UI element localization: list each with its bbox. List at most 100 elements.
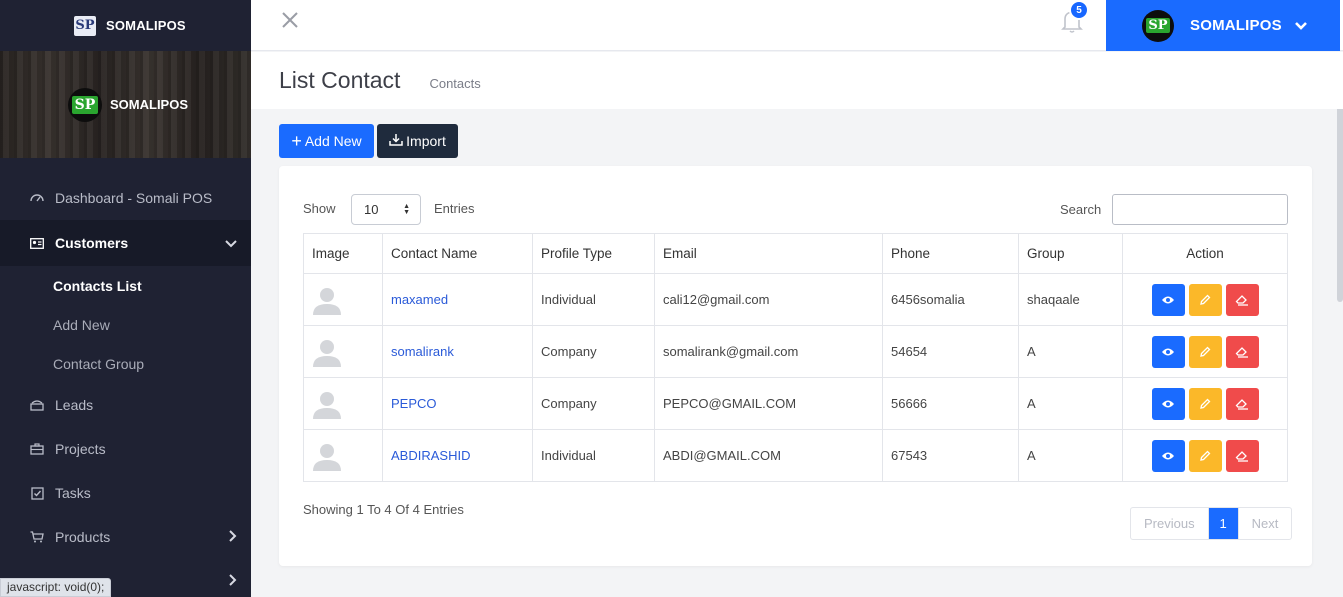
sidebar-brand[interactable]: SP SOMALIPOS: [0, 0, 251, 51]
add-new-label: Add New: [304, 133, 362, 149]
sidebar-item-label: Customers: [55, 235, 129, 251]
close-icon[interactable]: [280, 10, 300, 30]
contact-name-cell: ABDIRASHID: [382, 429, 533, 482]
action-cell: [1122, 429, 1288, 482]
avatar: SP: [1142, 9, 1174, 42]
notification-count-badge: 5: [1069, 0, 1089, 20]
contacts-table: Image Contact Name Profile Type Email Ph…: [303, 233, 1288, 482]
eraser-icon: [1235, 294, 1248, 306]
delete-button[interactable]: [1225, 283, 1259, 316]
action-cell: [1122, 377, 1288, 430]
phone-cell: 67543: [882, 429, 1019, 482]
contact-name-link[interactable]: maxamed: [391, 292, 448, 307]
sidebar-item-dashboard[interactable]: Dashboard - Somali POS: [0, 176, 251, 220]
sidebar-item-label: Products: [55, 529, 111, 545]
sidebar-banner: SP SOMALIPOS: [0, 51, 251, 158]
browser-status-bar: javascript: void(0);: [0, 578, 112, 597]
column-header-profile-type[interactable]: Profile Type: [532, 233, 655, 274]
column-header-contact-name[interactable]: Contact Name: [382, 233, 533, 274]
column-header-image[interactable]: Image: [303, 233, 383, 274]
sidebar-subitem-add-new[interactable]: Add New: [0, 305, 251, 344]
delete-button[interactable]: [1225, 439, 1259, 472]
import-button[interactable]: Import: [377, 124, 458, 158]
contacts-card: Show 10 ▲ ▼ Entries Search Image Contact …: [279, 166, 1312, 566]
edit-button[interactable]: [1188, 335, 1222, 368]
view-button[interactable]: [1151, 335, 1185, 368]
contact-name-link[interactable]: somalirank: [391, 344, 454, 359]
table-row: PEPCO Company PEPCO@GMAIL.COM 56666 A: [303, 377, 1288, 430]
pencil-icon: [1200, 346, 1211, 357]
user-placeholder-icon: [313, 339, 341, 367]
column-header-email[interactable]: Email: [654, 233, 883, 274]
leads-icon: [28, 399, 46, 411]
phone-cell: 54654: [882, 325, 1019, 378]
edit-button[interactable]: [1188, 283, 1222, 316]
banner-brand-name: SOMALIPOS: [110, 97, 189, 112]
sidebar-subitem-contacts-list[interactable]: Contacts List: [0, 266, 251, 305]
contact-name-link[interactable]: ABDIRASHID: [391, 448, 470, 463]
sidebar: SP SOMALIPOS SP SOMALIPOS Dashboard - So…: [0, 0, 251, 597]
user-name: SOMALIPOS: [1190, 17, 1282, 34]
view-button[interactable]: [1151, 439, 1185, 472]
contact-image-cell: [303, 325, 383, 378]
sidebar-item-label: Projects: [55, 441, 106, 457]
entries-select[interactable]: 10 ▲ ▼: [351, 194, 421, 225]
banner-logo: SP: [68, 87, 102, 122]
select-arrows-icon: ▲ ▼: [403, 203, 410, 216]
phone-cell: 6456somalia: [882, 273, 1019, 326]
contact-image-cell: [303, 429, 383, 482]
eraser-icon: [1235, 450, 1248, 462]
column-header-phone[interactable]: Phone: [882, 233, 1019, 274]
table-row: somalirank Company somalirank@gmail.com …: [303, 325, 1288, 378]
action-cell: [1122, 325, 1288, 378]
email-cell: PEPCO@GMAIL.COM: [654, 377, 883, 430]
pagination: Previous 1 Next: [1130, 507, 1293, 540]
avatar-logo-text: SP: [1146, 18, 1170, 33]
sidebar-item-leads[interactable]: Leads: [0, 383, 251, 427]
view-button[interactable]: [1151, 283, 1185, 316]
group-cell: shaqaale: [1018, 273, 1123, 326]
profile-type-cell: Company: [532, 325, 655, 378]
page-title: List Contact: [279, 67, 401, 93]
sidebar-menu: Dashboard - Somali POS Customers Contact…: [0, 158, 251, 597]
table-row: maxamed Individual cali12@gmail.com 6456…: [303, 273, 1288, 326]
user-menu[interactable]: SP SOMALIPOS: [1106, 0, 1340, 51]
breadcrumb[interactable]: Contacts: [429, 76, 480, 91]
sidebar-item-customers[interactable]: Customers: [0, 220, 251, 266]
dashboard-icon: [28, 192, 46, 204]
column-header-group[interactable]: Group: [1018, 233, 1123, 274]
edit-button[interactable]: [1188, 439, 1222, 472]
table-header-row: Image Contact Name Profile Type Email Ph…: [303, 233, 1288, 274]
plus-icon: +: [291, 131, 302, 151]
phone-cell: 56666: [882, 377, 1019, 430]
previous-page-button[interactable]: Previous: [1131, 508, 1209, 539]
edit-button[interactable]: [1188, 387, 1222, 420]
contact-name-link[interactable]: PEPCO: [391, 396, 437, 411]
pencil-icon: [1200, 398, 1211, 409]
search-input[interactable]: [1112, 194, 1288, 225]
sidebar-subitem-contact-group[interactable]: Contact Group: [0, 344, 251, 383]
delete-button[interactable]: [1225, 335, 1259, 368]
group-cell: A: [1018, 377, 1123, 430]
profile-type-cell: Individual: [532, 429, 655, 482]
page-header: List Contact Contacts: [251, 52, 1343, 109]
next-page-button[interactable]: Next: [1237, 508, 1292, 539]
page-1-button[interactable]: 1: [1208, 508, 1238, 539]
sidebar-item-products[interactable]: Products: [0, 515, 251, 559]
delete-button[interactable]: [1225, 387, 1259, 420]
chevron-down-icon: [225, 235, 237, 251]
contact-card-icon: [28, 237, 46, 249]
table-row: ABDIRASHID Individual ABDI@GMAIL.COM 675…: [303, 429, 1288, 482]
contact-name-cell: PEPCO: [382, 377, 533, 430]
entries-select-value: 10: [364, 202, 379, 217]
eye-icon: [1162, 296, 1174, 303]
view-button[interactable]: [1151, 387, 1185, 420]
chevron-right-icon: [229, 573, 237, 589]
email-cell: somalirank@gmail.com: [654, 325, 883, 378]
sidebar-item-projects[interactable]: Projects: [0, 427, 251, 471]
sidebar-item-tasks[interactable]: Tasks: [0, 471, 251, 515]
sidebar-item-label: Dashboard - Somali POS: [55, 190, 213, 206]
add-new-button[interactable]: + Add New: [279, 124, 374, 158]
contact-name-cell: maxamed: [382, 273, 533, 326]
pencil-icon: [1200, 450, 1211, 461]
